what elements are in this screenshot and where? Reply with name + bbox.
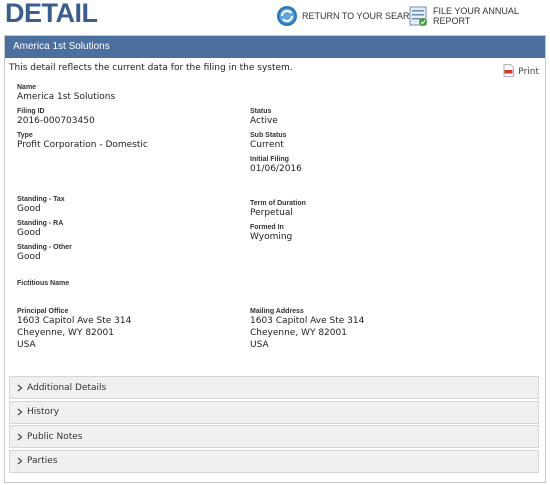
mailing-address-line2: Cheyenne, WY 82001 [250,328,347,338]
initial-filing-value: 01/06/2016 [250,164,302,174]
fictitious-name-label: Fictitious Name [17,280,70,287]
chevron-right-icon [13,457,27,465]
collapsible-sections: Additional Details History Public Notes … [9,376,539,474]
formed-in-value: Wyoming [250,232,293,242]
document-icon [407,5,429,27]
standing-other-value: Good [17,252,41,262]
type-value: Profit Corporation - Domestic [17,140,148,150]
chevron-right-icon [13,408,27,416]
detail-panel: America 1st Solutions This detail reflec… [4,35,546,483]
initial-filing-label: Initial Filing [250,156,289,163]
standing-ra-label: Standing - RA [17,220,64,227]
filing-id-value: 2016-000703450 [17,116,95,126]
standing-tax-label: Standing - Tax [17,196,65,203]
status-value: Active [250,116,278,126]
intro-text: This detail reflects the current data fo… [9,63,293,73]
section-public-notes[interactable]: Public Notes [9,425,539,448]
principal-office-line2: Cheyenne, WY 82001 [17,328,114,338]
return-to-search-label: RETURN TO YOUR SEARCH [302,11,423,21]
section-history[interactable]: History [9,400,539,424]
type-label: Type [17,132,33,139]
section-additional-details[interactable]: Additional Details [9,376,539,399]
principal-office-line1: 1603 Capitol Ave Ste 314 [17,316,132,326]
page-title: DETAIL [5,0,98,28]
name-value: America 1st Solutions [17,92,116,102]
standing-ra-value: Good [17,228,41,238]
mailing-address-label: Mailing Address [250,308,304,315]
mailing-address-line1: 1603 Capitol Ave Ste 314 [250,316,365,326]
section-label: History [27,407,60,417]
filing-id-label: Filing ID [17,108,45,115]
top-bar: DETAIL RETURN TO YOUR SEARCH FILE YOUR A… [0,0,550,32]
term-label: Term of Duration [250,200,306,207]
formed-in-label: Formed In [250,224,284,231]
standing-other-label: Standing - Other [17,244,72,251]
panel-title: America 1st Solutions [5,36,545,58]
chevron-right-icon [13,383,27,392]
status-label: Status [250,108,272,115]
standing-tax-value: Good [17,204,41,214]
file-annual-report-label: FILE YOUR ANNUAL REPORT [433,6,519,26]
section-label: Parties [27,456,58,466]
section-label: Public Notes [27,431,83,442]
principal-office-label: Principal Office [17,308,69,315]
section-parties[interactable]: Parties [9,449,539,473]
return-to-search-link[interactable]: RETURN TO YOUR SEARCH [276,4,423,28]
print-button[interactable]: Print [503,64,539,80]
section-label: Additional Details [27,382,107,393]
mailing-address-line3: USA [250,340,269,350]
pdf-icon [503,64,515,80]
chevron-right-icon [13,432,27,441]
sub-status-label: Sub Status [250,132,287,139]
term-value: Perpetual [250,208,293,218]
file-annual-report-link[interactable]: FILE YOUR ANNUAL REPORT [407,4,550,28]
refresh-icon [276,5,298,27]
principal-office-line3: USA [17,340,36,350]
print-label: Print [518,67,539,77]
name-label: Name [17,84,37,91]
sub-status-value: Current [250,140,284,150]
